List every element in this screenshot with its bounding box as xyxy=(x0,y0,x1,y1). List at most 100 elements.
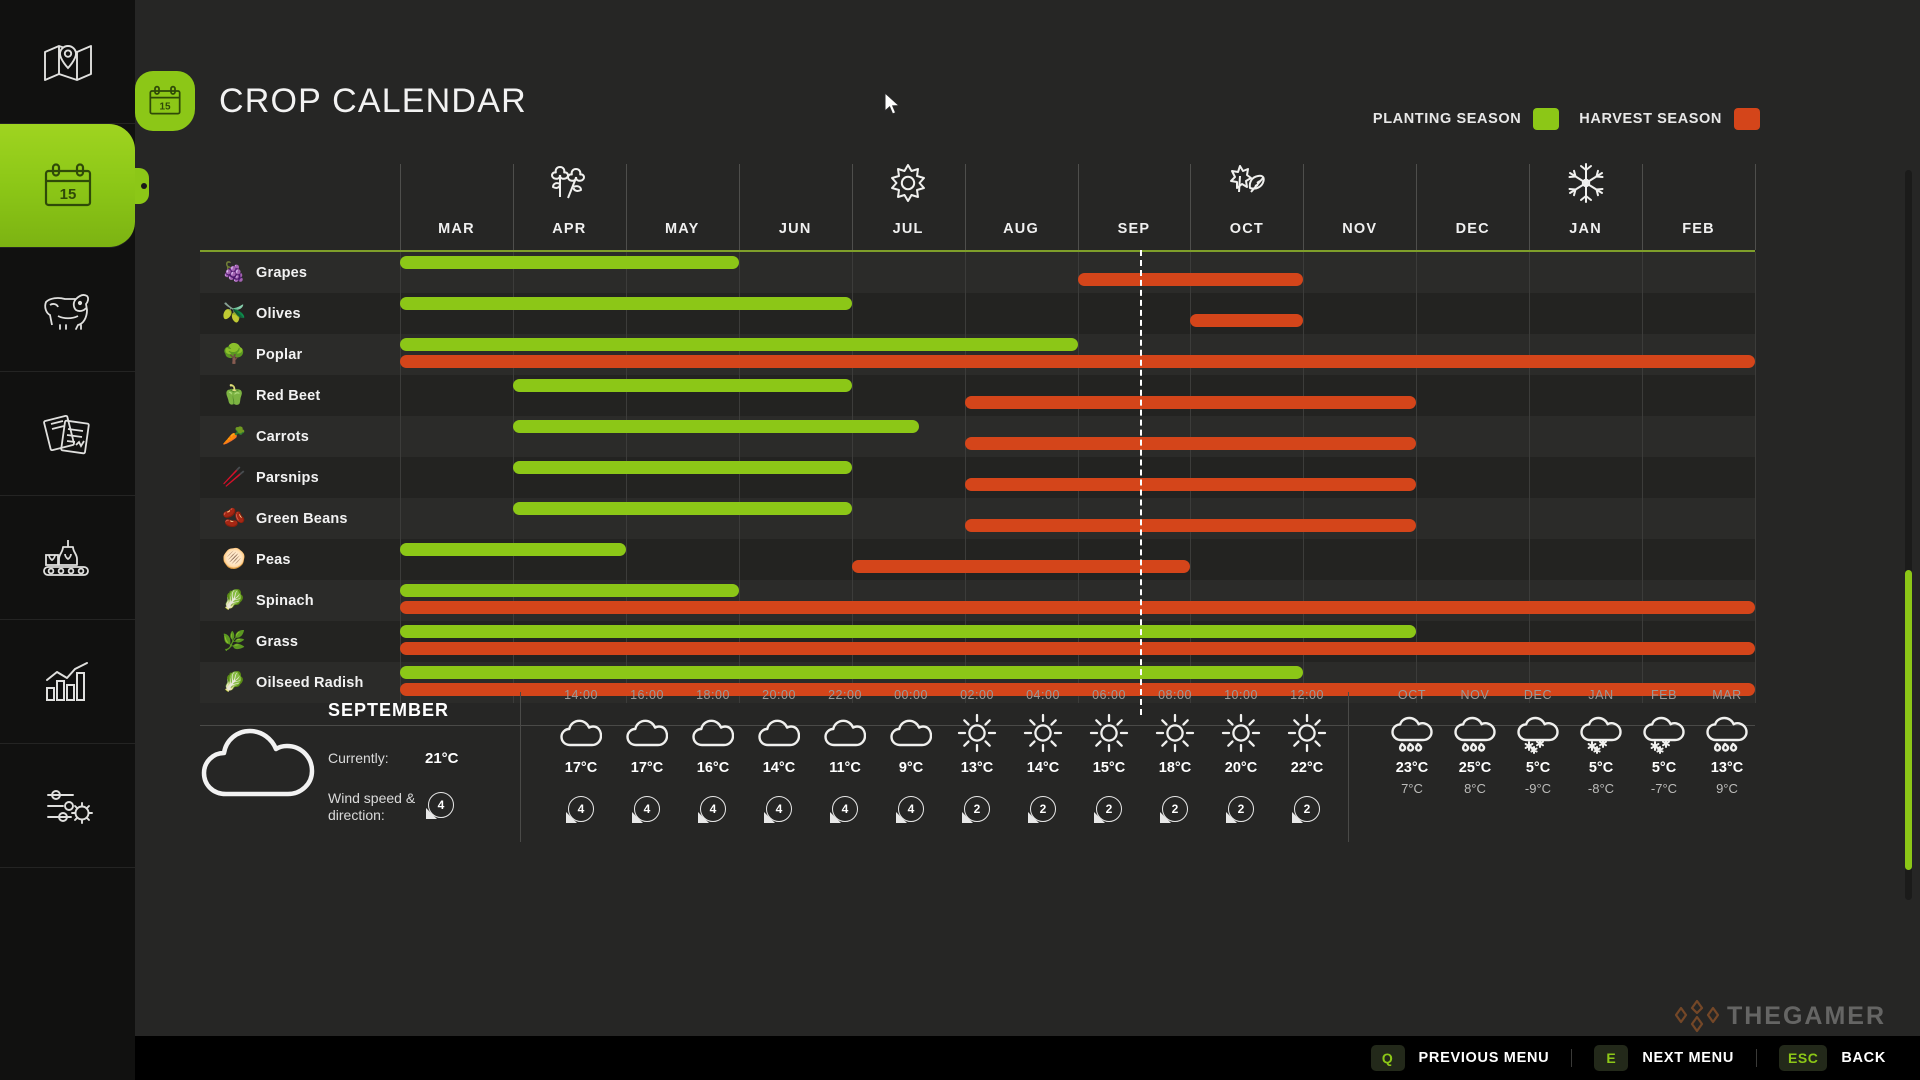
hourly-forecast-item: 06:0015°C2 xyxy=(1078,688,1140,822)
grid-line xyxy=(1190,293,1191,334)
legend-planting-label: PLANTING SEASON xyxy=(1373,111,1521,127)
forecast-time: 08:00 xyxy=(1144,688,1206,702)
grid-line xyxy=(1755,334,1756,375)
watermark: THEGAMER xyxy=(1675,996,1886,1036)
crop-name: Grass xyxy=(256,634,298,650)
crop-timeline xyxy=(400,293,1755,334)
crop-row[interactable]: 🥢Parsnips xyxy=(200,457,1755,498)
crop-row[interactable]: 🥬Spinach xyxy=(200,580,1755,621)
grid-line xyxy=(1529,293,1530,334)
crop-row[interactable]: 🌳Poplar xyxy=(200,334,1755,375)
sidebar-item-calendar[interactable]: 15 xyxy=(0,124,135,248)
grid-line xyxy=(1755,498,1756,539)
thegamer-logo-icon xyxy=(1675,999,1719,1033)
sidebar-item-statistics[interactable] xyxy=(0,620,135,744)
wind-label: Wind speed & direction: xyxy=(328,790,428,824)
crop-calendar-grid: MARAPRMAYJUNJULAUGSEPOCTNOVDECJANFEB 🍇Gr… xyxy=(200,160,1755,670)
crop-row[interactable]: 🍇Grapes xyxy=(200,252,1755,293)
documents-icon xyxy=(42,411,94,457)
forecast-wind: 4 xyxy=(880,796,942,822)
crop-timeline xyxy=(400,416,1755,457)
month-separator xyxy=(1303,164,1304,250)
grid-line xyxy=(1755,375,1756,416)
crop-row[interactable]: 🫓 Peas xyxy=(200,539,1755,580)
planting-bar xyxy=(400,338,1078,351)
forecast-wind: 4 xyxy=(814,796,876,822)
cloud-icon xyxy=(814,710,876,756)
hint-next-menu[interactable]: ENEXT MENU xyxy=(1594,1045,1734,1071)
sidebar-item-production[interactable] xyxy=(0,496,135,620)
crop-name: Peas xyxy=(256,552,291,568)
hint-back[interactable]: ESCBACK xyxy=(1779,1045,1886,1071)
watermark-text: THEGAMER xyxy=(1727,1002,1886,1031)
wind-speed-value: 2 xyxy=(1228,796,1254,822)
wind-badge: 4 xyxy=(428,792,454,818)
grid-line xyxy=(965,252,966,293)
forecast-time: 12:00 xyxy=(1276,688,1338,702)
calendar-icon: 15 xyxy=(41,162,95,210)
grid-line xyxy=(965,416,966,457)
current-date-marker xyxy=(1140,250,1142,715)
forecast-wind: 4 xyxy=(682,796,744,822)
hourly-forecast-item: 22:0011°C4 xyxy=(814,688,876,822)
weather-panel: SEPTEMBER Currently: 21°C Wind speed & d… xyxy=(200,688,1760,988)
crop-label: 🥕Carrots xyxy=(200,416,400,457)
sidebar-item-settings[interactable] xyxy=(0,744,135,868)
svg-text:15: 15 xyxy=(59,186,76,203)
autumn-leaves-icon xyxy=(1224,162,1270,207)
sidebar-item-contracts[interactable] xyxy=(0,372,135,496)
crop-icon: 🫓 xyxy=(222,550,244,569)
monthly-forecast-item: OCT23°C7°C xyxy=(1380,688,1444,796)
crop-row[interactable]: 🫘Green Beans xyxy=(200,498,1755,539)
crop-name: Grapes xyxy=(256,265,307,281)
month-header-jan: JAN xyxy=(1529,208,1642,250)
sidebar-item-map[interactable] xyxy=(0,0,135,124)
grid-line xyxy=(1416,375,1417,416)
monthly-forecast-item: DEC5°C-9°C xyxy=(1506,688,1570,796)
crop-timeline xyxy=(400,539,1755,580)
crop-row[interactable]: 🌿Grass xyxy=(200,621,1755,662)
month-header-dec: DEC xyxy=(1416,208,1529,250)
wind-badge: 4 xyxy=(700,796,726,822)
grid-line xyxy=(965,293,966,334)
planting-bar xyxy=(400,625,1416,638)
forecast-high: 23°C xyxy=(1380,760,1444,776)
grid-line xyxy=(1755,252,1756,293)
weather-month: SEPTEMBER xyxy=(328,700,449,721)
crop-icon: 🥬 xyxy=(222,591,244,610)
crop-row[interactable]: 🫑Red Beet xyxy=(200,375,1755,416)
mouse-cursor xyxy=(884,92,902,123)
legend-harvest-swatch xyxy=(1734,108,1760,130)
forecast-high: 25°C xyxy=(1443,760,1507,776)
wind-speed-value: 4 xyxy=(428,792,454,818)
crop-row[interactable]: 🥕Carrots xyxy=(200,416,1755,457)
harvest-bar xyxy=(1190,314,1303,327)
grid-line xyxy=(400,416,401,457)
grid-line xyxy=(1755,539,1756,580)
month-separator xyxy=(1078,164,1079,250)
hint-previous-menu[interactable]: QPREVIOUS MENU xyxy=(1371,1045,1550,1071)
grid-line xyxy=(1642,416,1643,457)
month-separator xyxy=(1755,164,1756,250)
sidebar-spacer xyxy=(0,868,135,1080)
crop-icon: 🫒 xyxy=(222,304,244,323)
page-scrollbar[interactable] xyxy=(1905,170,1912,900)
map-pin-icon xyxy=(42,40,94,84)
crop-label: 🫘Green Beans xyxy=(200,498,400,539)
grid-line xyxy=(1755,416,1756,457)
crop-row[interactable]: 🫒Olives xyxy=(200,293,1755,334)
forecast-wind: 4 xyxy=(550,796,612,822)
planting-bar xyxy=(513,420,920,433)
wind-speed-value: 2 xyxy=(1030,796,1056,822)
forecast-temp: 22°C xyxy=(1276,760,1338,776)
wind-speed-value: 4 xyxy=(568,796,594,822)
grid-line xyxy=(1642,498,1643,539)
scrollbar-thumb[interactable] xyxy=(1905,570,1912,870)
forecast-temp: 15°C xyxy=(1078,760,1140,776)
grid-line xyxy=(1755,580,1756,621)
grid-line xyxy=(1190,539,1191,580)
grid-line xyxy=(1416,457,1417,498)
sidebar-item-animals[interactable] xyxy=(0,248,135,372)
forecast-wind: 2 xyxy=(1210,796,1272,822)
forecast-temp: 13°C xyxy=(946,760,1008,776)
